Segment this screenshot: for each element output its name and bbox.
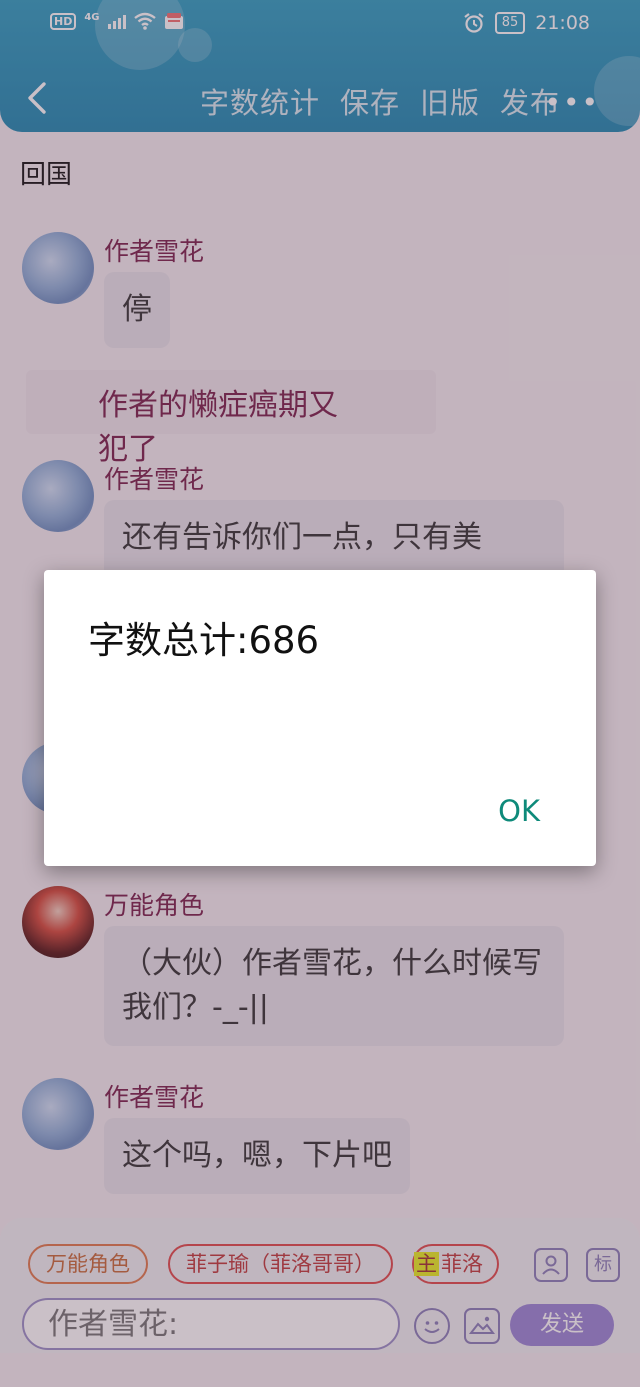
word-count-dialog: 字数总计:686 OK bbox=[44, 570, 596, 866]
ok-button[interactable]: OK bbox=[498, 794, 540, 828]
dialog-message: 字数总计:686 bbox=[88, 619, 320, 662]
